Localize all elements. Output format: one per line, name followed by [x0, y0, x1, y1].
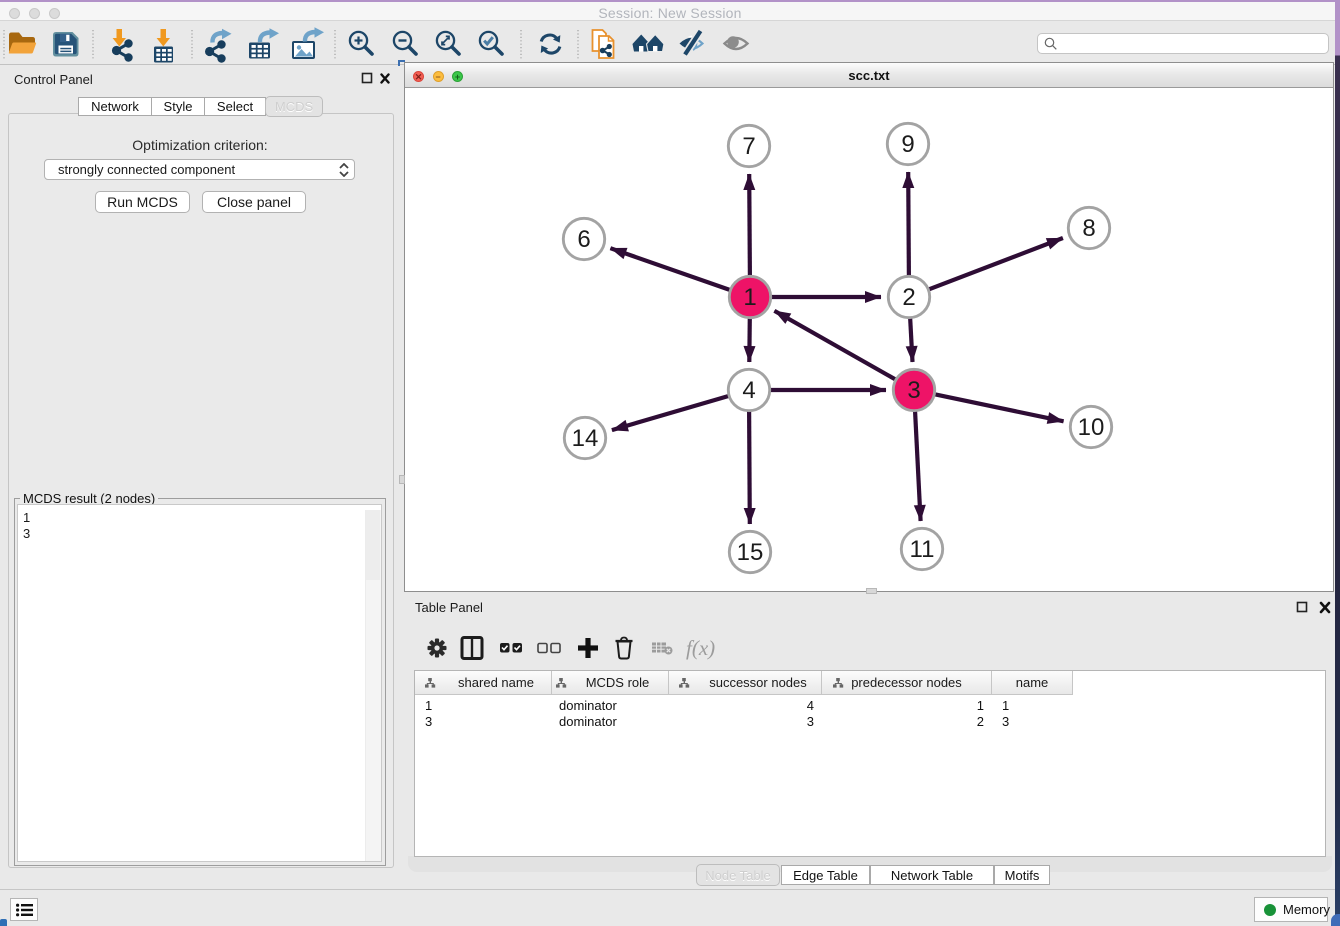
svg-text:2: 2 — [902, 284, 915, 311]
svg-text:15: 15 — [737, 539, 764, 566]
svg-text:14: 14 — [572, 425, 599, 452]
svg-text:1: 1 — [743, 284, 756, 311]
svg-text:8: 8 — [1082, 215, 1095, 242]
svg-text:11: 11 — [910, 536, 935, 563]
svg-text:4: 4 — [742, 377, 755, 404]
svg-text:f(x): f(x) — [686, 636, 715, 660]
svg-text:7: 7 — [742, 133, 755, 160]
svg-text:10: 10 — [1078, 414, 1105, 441]
svg-text:3: 3 — [907, 377, 920, 404]
svg-text:9: 9 — [901, 131, 914, 158]
svg-text:6: 6 — [577, 226, 590, 253]
